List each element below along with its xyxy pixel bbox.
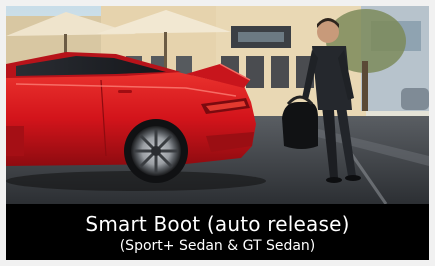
caption-subtitle: (Sport+ Sedan & GT Sedan) [119,238,316,254]
photo-caption: Smart Boot (auto release) (Sport+ Sedan … [6,204,429,260]
parked-car [401,88,429,110]
caption-title: Smart Boot (auto release) [85,212,350,236]
feature-card: Smart Boot (auto release) (Sport+ Sedan … [6,6,429,260]
feature-photo [6,6,429,204]
